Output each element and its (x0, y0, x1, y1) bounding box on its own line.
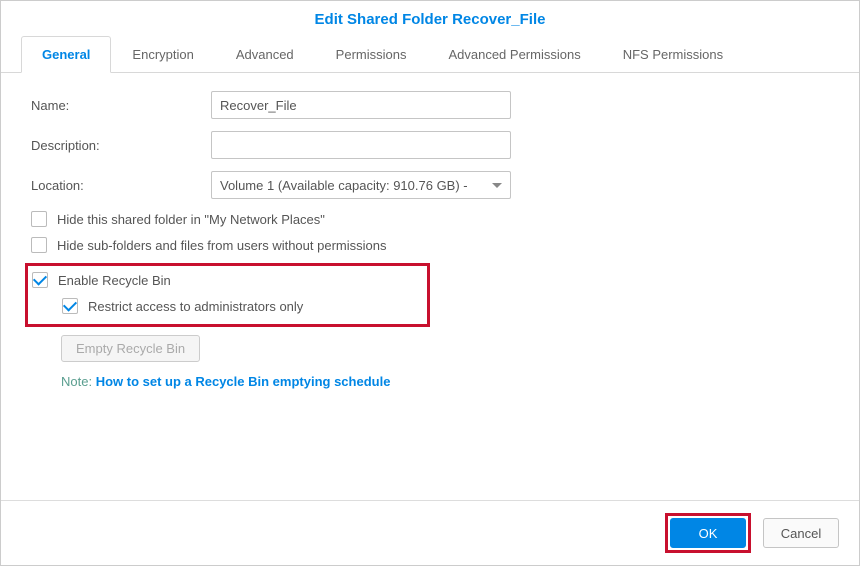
tab-encryption[interactable]: Encryption (111, 36, 214, 73)
restrict-admin-row[interactable]: Restrict access to administrators only (62, 298, 419, 314)
description-row: Description: (31, 131, 829, 159)
hide-subfolders-checkbox[interactable] (31, 237, 47, 253)
name-row: Name: (31, 91, 829, 119)
location-value: Volume 1 (Available capacity: 910.76 GB)… (220, 178, 468, 193)
tabs-bar: General Encryption Advanced Permissions … (1, 36, 859, 73)
description-input[interactable] (211, 131, 511, 159)
description-label: Description: (31, 138, 211, 153)
hide-network-checkbox[interactable] (31, 211, 47, 227)
hide-network-label: Hide this shared folder in "My Network P… (57, 212, 325, 227)
tab-general[interactable]: General (21, 36, 111, 73)
location-select[interactable]: Volume 1 (Available capacity: 910.76 GB)… (211, 171, 511, 199)
ok-button[interactable]: OK (670, 518, 746, 548)
name-label: Name: (31, 98, 211, 113)
restrict-admin-label: Restrict access to administrators only (88, 299, 303, 314)
location-row: Location: Volume 1 (Available capacity: … (31, 171, 829, 199)
hide-subfolders-label: Hide sub-folders and files from users wi… (57, 238, 386, 253)
name-input[interactable] (211, 91, 511, 119)
tab-advanced[interactable]: Advanced (215, 36, 315, 73)
tab-permissions[interactable]: Permissions (315, 36, 428, 73)
note-prefix: Note: (61, 374, 96, 389)
cancel-button[interactable]: Cancel (763, 518, 839, 548)
edit-shared-folder-dialog: Edit Shared Folder Recover_File General … (0, 0, 860, 566)
tab-advanced-permissions[interactable]: Advanced Permissions (427, 36, 601, 73)
content-area: Name: Description: Location: Volume 1 (A… (1, 73, 859, 500)
tab-nfs-permissions[interactable]: NFS Permissions (602, 36, 744, 73)
empty-recycle-button[interactable]: Empty Recycle Bin (61, 335, 200, 362)
note-link[interactable]: How to set up a Recycle Bin emptying sch… (96, 374, 391, 389)
enable-recycle-row[interactable]: Enable Recycle Bin (32, 272, 419, 288)
enable-recycle-label: Enable Recycle Bin (58, 273, 171, 288)
hide-network-row[interactable]: Hide this shared folder in "My Network P… (31, 211, 829, 227)
chevron-down-icon (492, 183, 502, 188)
enable-recycle-checkbox[interactable] (32, 272, 48, 288)
location-label: Location: (31, 178, 211, 193)
hide-subfolders-row[interactable]: Hide sub-folders and files from users wi… (31, 237, 829, 253)
note-row: Note: How to set up a Recycle Bin emptyi… (61, 374, 829, 389)
restrict-admin-checkbox[interactable] (62, 298, 78, 314)
dialog-footer: OK Cancel (1, 500, 859, 565)
recycle-bin-highlight: Enable Recycle Bin Restrict access to ad… (25, 263, 430, 327)
dialog-title: Edit Shared Folder Recover_File (1, 1, 859, 36)
ok-button-highlight: OK (665, 513, 751, 553)
